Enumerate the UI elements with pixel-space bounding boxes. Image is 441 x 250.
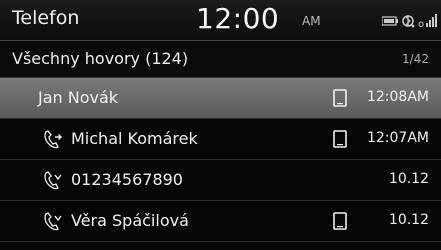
app-title: Telefon xyxy=(12,7,80,29)
call-time: 12:08AM xyxy=(366,89,429,105)
call-row-vera-spacilova[interactable]: Věra Spáčilová 10.12 xyxy=(0,201,441,242)
call-log-title: Všechny hovory (124) xyxy=(12,49,189,68)
call-name: Jan Novák xyxy=(38,88,119,107)
phone-screen: Telefon 12:00 AM o Všechny hovory (124) … xyxy=(0,0,441,250)
call-name: 01234567890 xyxy=(71,170,183,189)
clock: 12:00 xyxy=(196,2,280,35)
bluetooth-phone-icon xyxy=(402,15,415,28)
call-log-header: Všechny hovory (124) 1/42 xyxy=(0,41,441,78)
status-icons: o xyxy=(382,14,437,30)
signal-icon: o xyxy=(418,14,437,30)
svg-text:o: o xyxy=(418,19,424,30)
call-name: Věra Spáčilová xyxy=(71,211,189,230)
status-bar: Telefon 12:00 AM o xyxy=(0,0,441,41)
call-time: 12:07AM xyxy=(366,130,429,146)
battery-icon xyxy=(382,16,398,26)
call-list: Jan Novák 12:08AM Michal Komárek 12:07AM xyxy=(0,78,441,250)
call-row-jan-novak[interactable]: Jan Novák 12:08AM xyxy=(0,78,441,119)
phone-icon xyxy=(333,212,347,230)
call-time: 10.12 xyxy=(388,171,429,187)
clock-ampm: AM xyxy=(302,14,321,28)
call-time: 10.12 xyxy=(388,212,429,228)
outgoing-call-icon xyxy=(44,130,62,149)
missed-call-icon xyxy=(44,212,62,231)
call-name: Michal Komárek xyxy=(71,129,198,148)
missed-call-icon xyxy=(44,171,62,190)
phone-icon xyxy=(333,89,347,107)
call-row-01234567890[interactable]: 01234567890 10.12 xyxy=(0,160,441,201)
call-row-michal-komarek[interactable]: Michal Komárek 12:07AM xyxy=(0,119,441,160)
phone-icon xyxy=(333,130,347,148)
page-counter: 1/42 xyxy=(402,52,429,66)
